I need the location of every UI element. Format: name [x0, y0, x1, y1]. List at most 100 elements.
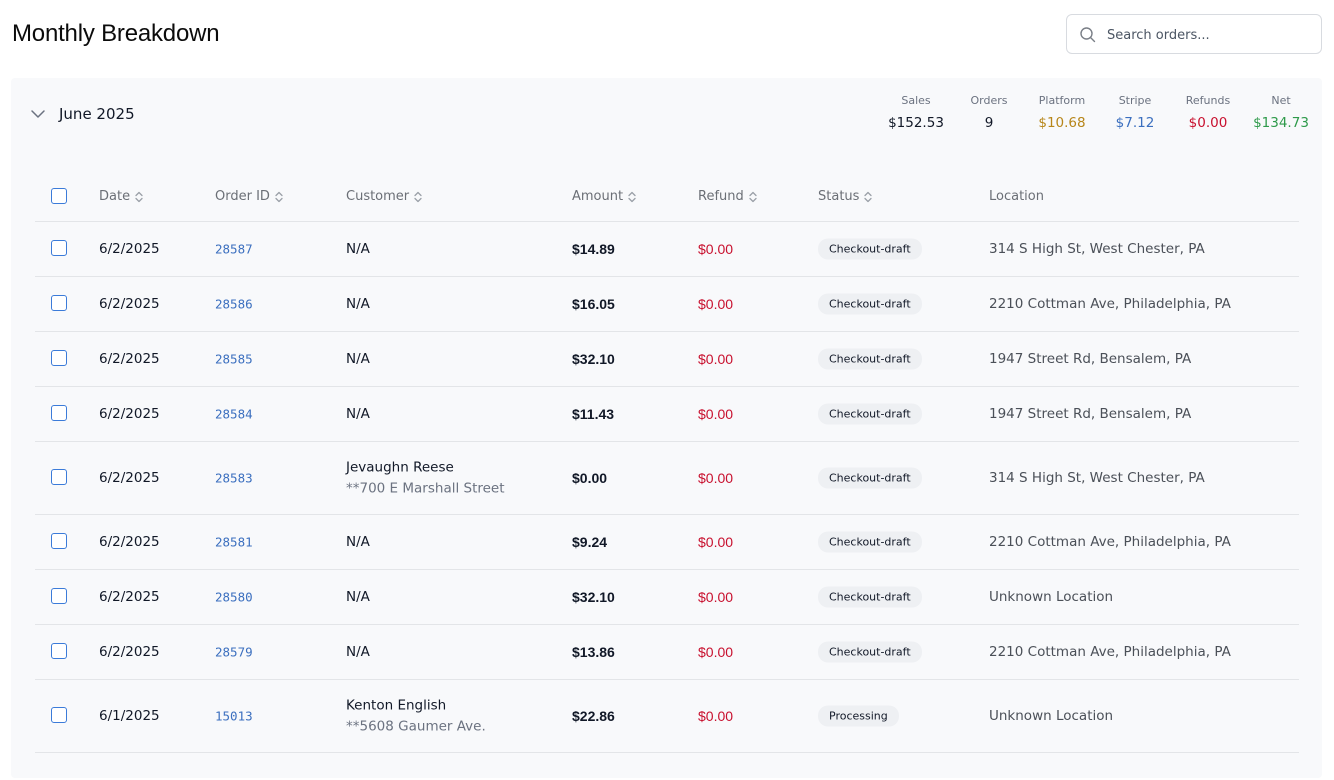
sort-icon[interactable]	[627, 190, 637, 204]
status-cell: Checkout-draft	[818, 531, 922, 553]
status-cell: Checkout-draft	[818, 403, 922, 425]
date-cell: 6/2/2025	[99, 241, 160, 257]
column-header-label: Location	[989, 189, 1044, 204]
table-row[interactable]: 6/2/2025 28584 N/A $11.43 $0.00 Checkout-draf…	[35, 387, 1299, 442]
customer-name: N/A	[346, 351, 370, 367]
stat-stripe: Stripe $7.12	[1095, 94, 1175, 131]
stat-value: $7.12	[1115, 115, 1155, 131]
customer-name: N/A	[346, 241, 370, 257]
row-checkbox[interactable]	[51, 295, 67, 311]
column-header-label: Order ID	[215, 189, 270, 204]
select-all-checkbox[interactable]	[51, 188, 67, 204]
customer-name: N/A	[346, 589, 370, 605]
customer-name: N/A	[346, 296, 370, 312]
status-badge: Checkout-draft	[818, 293, 922, 315]
status-badge: Checkout-draft	[818, 467, 922, 489]
amount-cell: $13.86	[572, 644, 615, 660]
row-checkbox[interactable]	[51, 707, 67, 723]
column-header-location: Location	[989, 189, 1044, 204]
stat-label: Stripe	[1118, 94, 1152, 107]
stat-orders: Orders 9	[949, 94, 1029, 131]
sort-icon[interactable]	[413, 190, 423, 204]
row-checkbox[interactable]	[51, 405, 67, 421]
row-checkbox[interactable]	[51, 643, 67, 659]
amount-cell: $11.43	[572, 406, 615, 422]
customer-cell: N/A	[346, 406, 370, 422]
month-title[interactable]: June 2025	[59, 105, 135, 123]
search-box[interactable]	[1066, 14, 1322, 54]
stat-label: Net	[1271, 94, 1291, 107]
row-checkbox[interactable]	[51, 350, 67, 366]
date-cell: 6/2/2025	[99, 470, 160, 486]
refund-cell: $0.00	[698, 241, 734, 257]
status-badge: Processing	[818, 705, 899, 727]
row-checkbox[interactable]	[51, 469, 67, 485]
order-id-link[interactable]: 28583	[215, 471, 253, 486]
orders-table: Date Order ID Customer Amount Refund Status Lo…	[35, 170, 1299, 753]
refund-cell: $0.00	[698, 351, 734, 367]
table-row[interactable]: 6/2/2025 28580 N/A $32.10 $0.00 Checkout-draf…	[35, 570, 1299, 625]
amount-cell: $16.05	[572, 296, 615, 312]
column-header-date[interactable]: Date	[99, 189, 144, 204]
date-cell: 6/2/2025	[99, 644, 160, 660]
stat-platform: Platform $10.68	[1022, 94, 1102, 131]
table-row[interactable]: 6/2/2025 28579 N/A $13.86 $0.00 Checkout-draf…	[35, 625, 1299, 680]
order-id-link[interactable]: 28586	[215, 297, 253, 312]
search-input[interactable]	[1107, 23, 1307, 47]
date-cell: 6/2/2025	[99, 589, 160, 605]
table-row[interactable]: 6/2/2025 28583 Jevaughn Reese **700 E Marsh…	[35, 442, 1299, 515]
row-checkbox[interactable]	[51, 240, 67, 256]
order-id-link[interactable]: 28585	[215, 352, 253, 367]
order-id-link[interactable]: 28587	[215, 242, 253, 257]
table-row[interactable]: 6/1/2025 15013 Kenton English **5608 Gaumer…	[35, 680, 1299, 753]
date-cell: 6/2/2025	[99, 351, 160, 367]
table-row[interactable]: 6/2/2025 28585 N/A $32.10 $0.00 Checkout-draf…	[35, 332, 1299, 387]
table-row[interactable]: 6/2/2025 28581 N/A $9.24 $0.00 Checkout-draft…	[35, 515, 1299, 570]
order-id-link[interactable]: 28580	[215, 590, 253, 605]
column-header-amount[interactable]: Amount	[572, 189, 637, 204]
stat-label: Orders	[970, 94, 1008, 107]
refund-cell: $0.00	[698, 589, 734, 605]
status-badge: Checkout-draft	[818, 586, 922, 608]
table-row[interactable]: 6/2/2025 28587 N/A $14.89 $0.00 Checkout-draf…	[35, 222, 1299, 277]
amount-cell: $9.24	[572, 534, 608, 550]
stat-value: 9	[984, 115, 994, 131]
column-header-status[interactable]: Status	[818, 189, 873, 204]
search-icon	[1080, 27, 1096, 43]
order-id-link[interactable]: 15013	[215, 709, 253, 724]
customer-cell: N/A	[346, 296, 370, 312]
customer-cell: N/A	[346, 589, 370, 605]
column-header-order-id[interactable]: Order ID	[215, 189, 284, 204]
row-checkbox[interactable]	[51, 533, 67, 549]
chevron-down-icon[interactable]	[30, 106, 46, 122]
row-checkbox[interactable]	[51, 588, 67, 604]
customer-cell: N/A	[346, 241, 370, 257]
sort-icon[interactable]	[748, 190, 758, 204]
customer-cell: N/A	[346, 351, 370, 367]
refund-cell: $0.00	[698, 296, 734, 312]
stat-net: Net $134.73	[1241, 94, 1321, 131]
sort-icon[interactable]	[274, 190, 284, 204]
column-header-label: Date	[99, 189, 131, 204]
location-cell: 314 S High St, West Chester, PA	[989, 241, 1205, 257]
table-row[interactable]: 6/2/2025 28586 N/A $16.05 $0.00 Checkout-draf…	[35, 277, 1299, 332]
location-cell: Unknown Location	[989, 708, 1114, 724]
customer-name: Jevaughn Reese	[346, 459, 454, 476]
stat-refunds: Refunds $0.00	[1168, 94, 1248, 131]
order-id-link[interactable]: 28584	[215, 407, 253, 422]
amount-cell: $22.86	[572, 708, 615, 724]
customer-address: **5608 Gaumer Ave.	[346, 718, 486, 735]
sort-icon[interactable]	[863, 190, 873, 204]
refund-cell: $0.00	[698, 406, 734, 422]
location-cell: 314 S High St, West Chester, PA	[989, 470, 1205, 486]
date-cell: 6/2/2025	[99, 534, 160, 550]
table-header: Date Order ID Customer Amount Refund Status Lo…	[35, 170, 1299, 222]
order-id-link[interactable]: 28581	[215, 535, 253, 550]
status-cell: Checkout-draft	[818, 467, 922, 489]
column-header-label: Customer	[346, 189, 410, 204]
column-header-customer[interactable]: Customer	[346, 189, 423, 204]
order-id-link[interactable]: 28579	[215, 645, 253, 660]
customer-cell: Kenton English **5608 Gaumer Ave.	[346, 698, 486, 735]
sort-icon[interactable]	[134, 190, 144, 204]
column-header-refund[interactable]: Refund	[698, 189, 758, 204]
